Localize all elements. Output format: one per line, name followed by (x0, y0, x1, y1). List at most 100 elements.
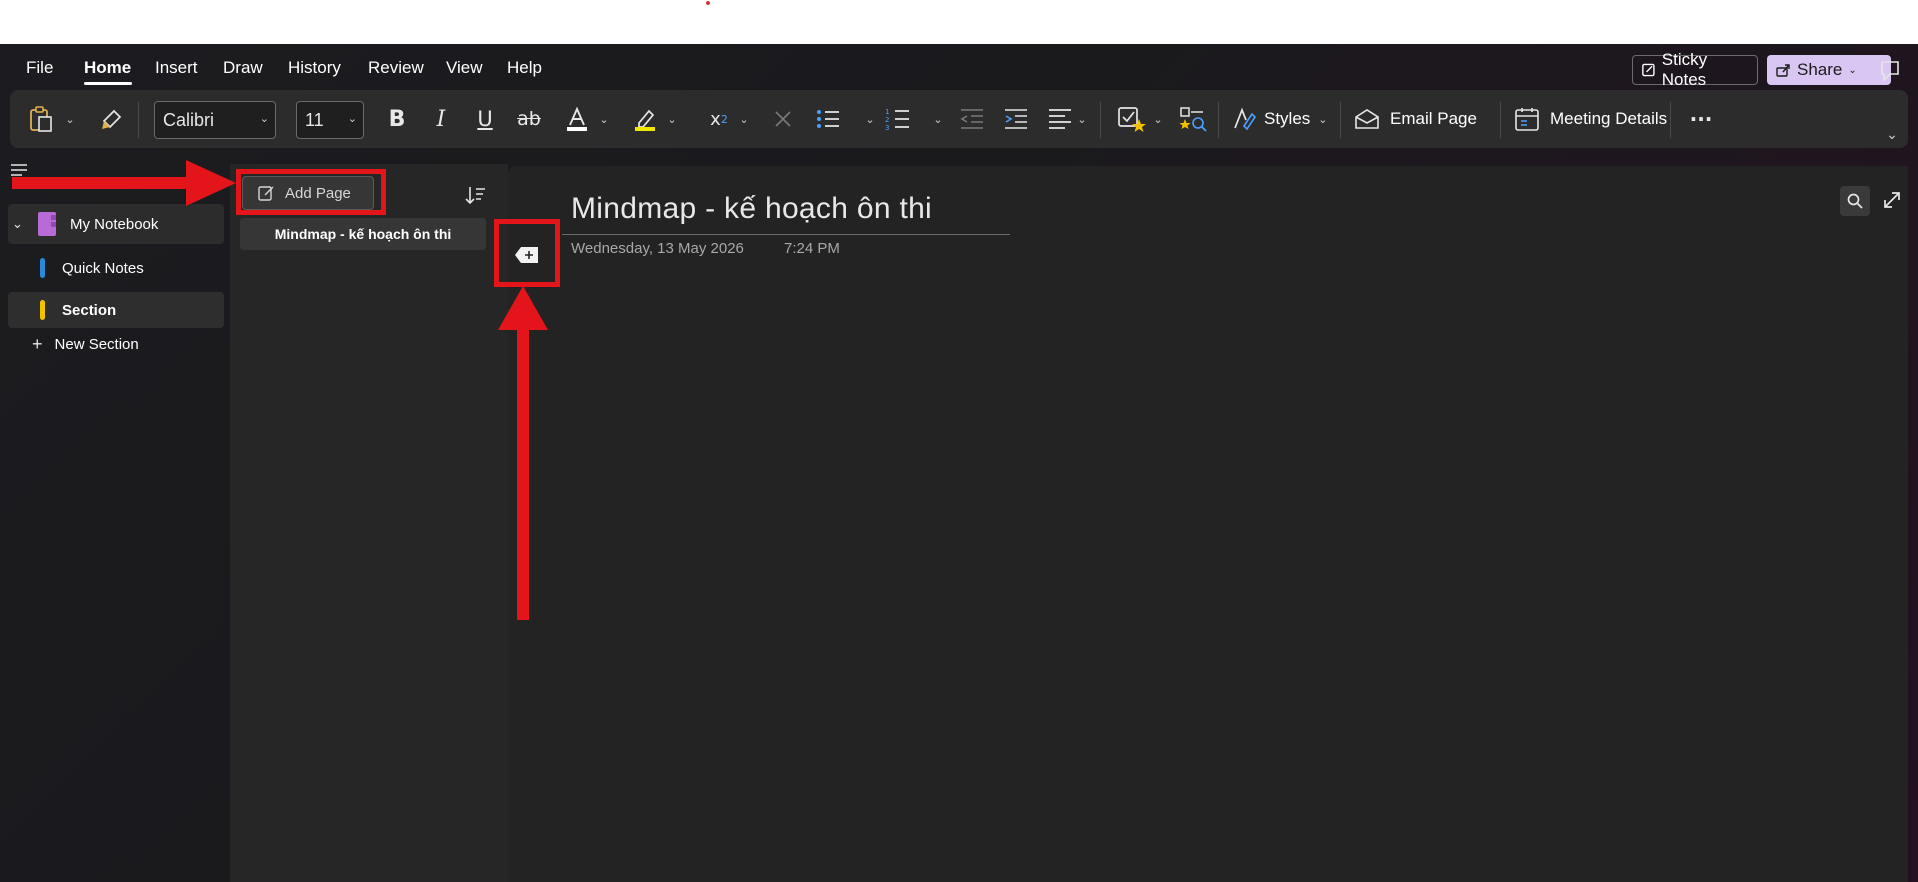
bullet-list-chevron-icon[interactable]: ⌄ (862, 90, 878, 148)
ribbon-separator (1500, 102, 1501, 138)
sticky-notes-button[interactable]: Sticky Notes (1632, 50, 1758, 89)
menu-review[interactable]: Review (368, 58, 424, 78)
new-section-label: New Section (54, 335, 139, 353)
strikethrough-icon[interactable]: ab (514, 90, 544, 148)
numbered-list-chevron-icon[interactable]: ⌄ (930, 90, 946, 148)
ribbon-separator (138, 102, 139, 138)
meeting-details-button[interactable]: Meeting Details (1514, 90, 1684, 148)
title-underline (562, 234, 1010, 235)
ribbon-toolbar: ⌄ Calibri ⌄ 11 ⌄ B I U ab ⌄ ⌄ x2 ⌄ ⌄ 1 2… (10, 90, 1908, 148)
ribbon-separator (1100, 102, 1101, 138)
share-button[interactable]: Share ⌄ (1767, 55, 1891, 85)
page-canvas[interactable]: Mindmap - kế hoạch ôn thi Wednesday, 13 … (508, 166, 1908, 882)
plus-icon: + (32, 333, 43, 354)
highlight-chevron-icon[interactable]: ⌄ (664, 90, 680, 148)
calendar-icon (1515, 108, 1539, 131)
bullet-list-icon[interactable] (812, 90, 844, 148)
notebook-icon (38, 212, 56, 236)
section-color-marker (40, 258, 45, 278)
sticky-notes-label: Sticky Notes (1661, 50, 1708, 89)
search-button[interactable] (1840, 186, 1870, 216)
section-color-marker (40, 300, 45, 320)
share-icon (1776, 64, 1790, 77)
full-page-view-button[interactable] (1878, 186, 1906, 214)
top-strip (0, 0, 1918, 44)
recording-dot (706, 1, 710, 5)
notebook-my-notebook[interactable]: ⌄ My Notebook (8, 204, 224, 244)
font-name-value: Calibri (163, 109, 215, 130)
page-title[interactable]: Mindmap - kế hoạch ôn thi (571, 192, 932, 226)
onenote-window: File Home Insert Draw History Review Vie… (0, 44, 1918, 882)
sort-icon[interactable] (464, 184, 486, 206)
menu-bar: File Home Insert Draw History Review Vie… (0, 44, 1918, 89)
page-time: 7:24 PM (784, 240, 840, 257)
more-options-icon[interactable]: ··· (1684, 90, 1718, 148)
chevron-down-icon: ⌄ (347, 113, 357, 125)
hamburger-menu-icon[interactable] (10, 162, 28, 178)
decrease-indent-icon[interactable] (956, 90, 988, 148)
increase-indent-icon[interactable] (1000, 90, 1032, 148)
menu-draw[interactable]: Draw (223, 58, 263, 78)
todo-tag-chevron-icon[interactable]: ⌄ (1150, 90, 1166, 148)
ribbon-separator (1670, 102, 1671, 138)
section-quick-notes[interactable]: Quick Notes (8, 250, 224, 286)
styles-icon (1234, 107, 1256, 131)
section-section[interactable]: Section (8, 292, 224, 328)
format-painter-icon[interactable] (98, 90, 126, 148)
menu-help[interactable]: Help (507, 58, 542, 78)
feedback-icon[interactable] (1876, 58, 1904, 84)
font-name-dropdown[interactable]: Calibri ⌄ (154, 101, 276, 139)
paste-icon[interactable] (24, 90, 58, 148)
chevron-down-icon: ⌄ (1318, 112, 1328, 126)
menu-file[interactable]: File (26, 58, 53, 78)
page-list-item[interactable]: Mindmap - kế hoạch ôn thi (240, 218, 486, 250)
highlight-icon[interactable] (628, 90, 662, 148)
find-tags-icon[interactable] (1176, 90, 1210, 148)
underline-icon[interactable]: U (470, 90, 500, 148)
align-icon[interactable] (1044, 90, 1076, 148)
menu-view[interactable]: View (446, 58, 483, 78)
annotation-box-add-page (236, 169, 386, 215)
svg-text:2: 2 (885, 116, 889, 124)
notebook-label: My Notebook (70, 215, 159, 233)
styles-button[interactable]: Styles ⌄ (1232, 90, 1332, 148)
sticky-note-icon (1642, 63, 1655, 77)
email-page-label: Email Page (1390, 109, 1477, 128)
font-size-value: 11 (305, 109, 324, 130)
menu-home[interactable]: Home (84, 58, 131, 78)
page-date: Wednesday, 13 May 2026 (571, 240, 744, 257)
bold-icon[interactable]: B (382, 90, 412, 148)
annotation-box-add-space (494, 219, 560, 287)
align-chevron-icon[interactable]: ⌄ (1074, 90, 1090, 148)
svg-text:1: 1 (885, 108, 889, 116)
clear-formatting-icon[interactable] (768, 90, 798, 148)
chevron-down-icon: ⌄ (259, 113, 269, 125)
subscript-icon[interactable]: x2 (704, 90, 734, 148)
section-label: Section (62, 301, 117, 319)
italic-icon[interactable]: I (426, 90, 456, 148)
page-list-panel: Add Page Mindmap - kế hoạch ôn thi (230, 164, 508, 882)
svg-text:3: 3 (885, 124, 889, 132)
subscript-chevron-icon[interactable]: ⌄ (736, 90, 752, 148)
share-label: Share (1797, 60, 1843, 79)
ribbon-separator (1218, 102, 1219, 138)
menu-history[interactable]: History (288, 58, 341, 78)
font-color-chevron-icon[interactable]: ⌄ (596, 90, 612, 148)
email-page-button[interactable]: Email Page (1354, 90, 1494, 148)
ribbon-separator (1340, 102, 1341, 138)
ribbon-collapse-chevron-icon[interactable]: ⌄ (1884, 106, 1900, 164)
chevron-down-icon[interactable]: ⌄ (12, 217, 28, 232)
font-color-icon[interactable] (560, 90, 594, 148)
active-tab-indicator (84, 82, 132, 85)
search-icon (1847, 193, 1863, 209)
section-label: Quick Notes (62, 259, 144, 277)
numbered-list-icon[interactable]: 123 (882, 90, 914, 148)
expand-icon (1884, 192, 1900, 208)
todo-tag-icon[interactable] (1114, 90, 1150, 148)
new-section-button[interactable]: + New Section (8, 326, 224, 362)
font-size-dropdown[interactable]: 11 ⌄ (296, 101, 364, 139)
paste-dropdown-chevron-icon[interactable]: ⌄ (62, 90, 78, 148)
email-icon (1355, 109, 1379, 129)
meeting-details-label: Meeting Details (1550, 109, 1668, 128)
menu-insert[interactable]: Insert (155, 58, 198, 78)
